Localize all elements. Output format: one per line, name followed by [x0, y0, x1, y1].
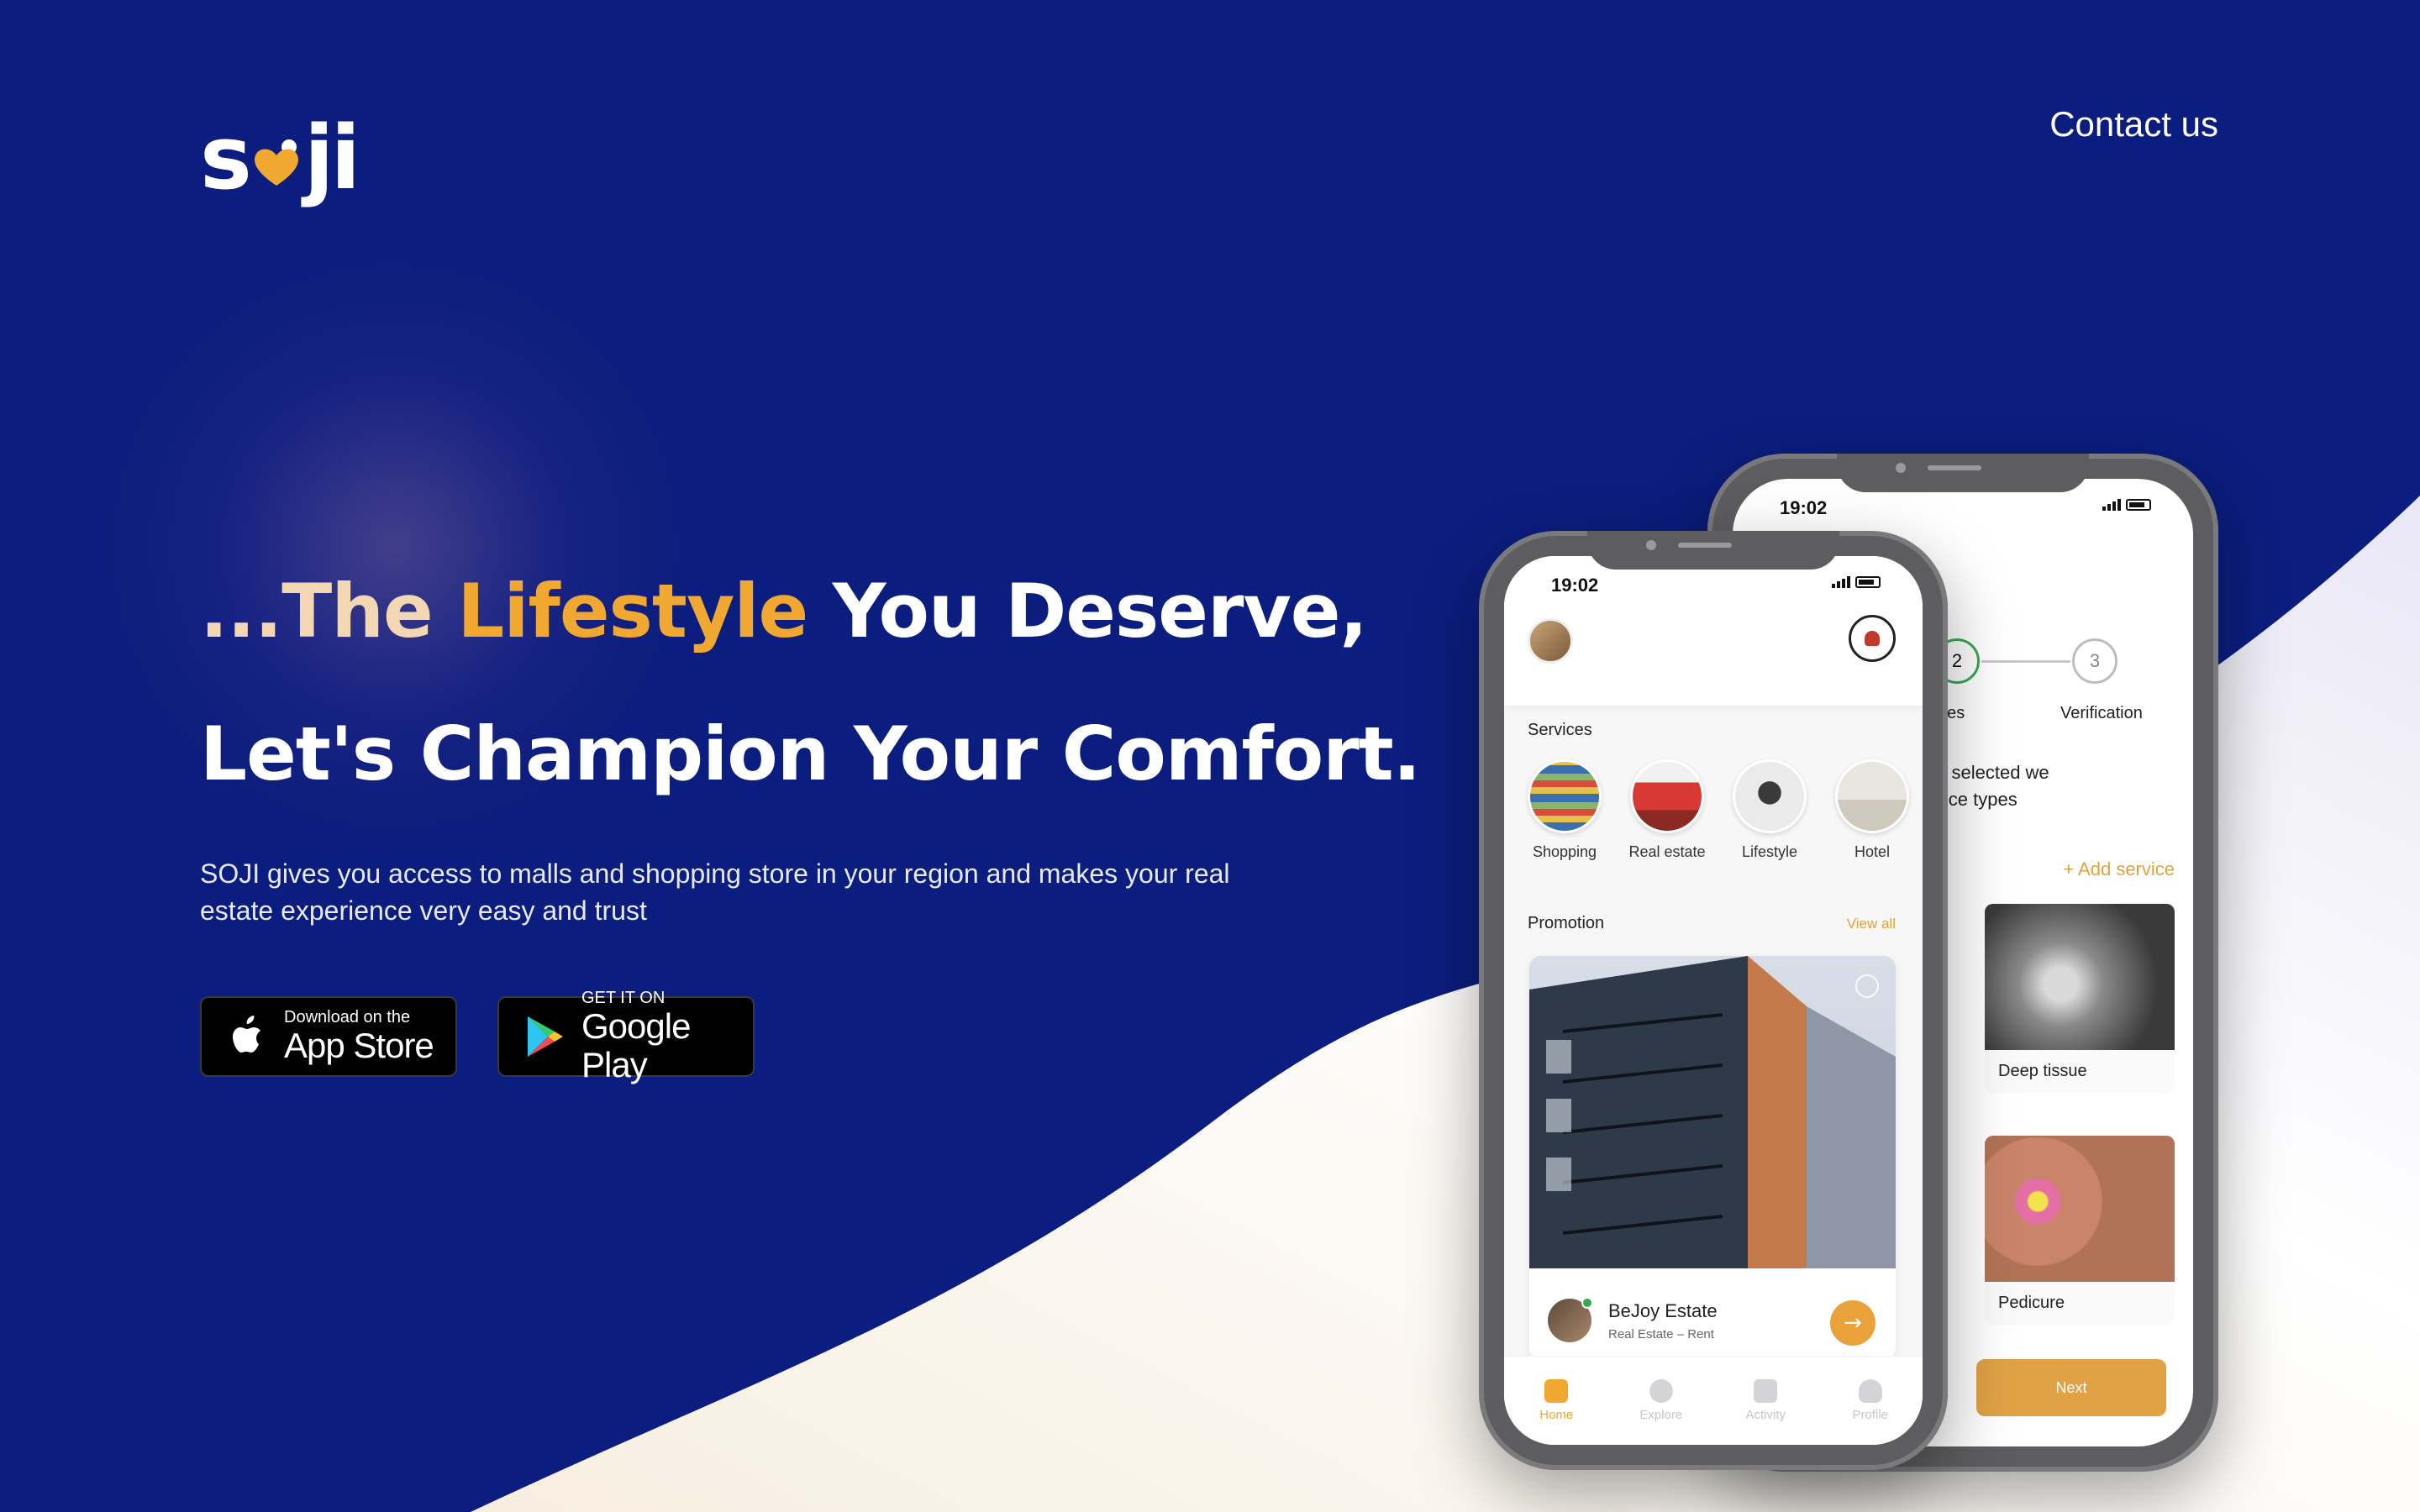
tab-label: Activity [1745, 1408, 1786, 1422]
tab-label: Home [1539, 1408, 1574, 1422]
battery-icon [1855, 576, 1881, 588]
pedicure-image [1985, 1136, 2175, 1282]
heart-icon [254, 139, 298, 186]
service-card-label: Pedicure [1998, 1294, 2065, 1312]
tab-label: Explore [1639, 1408, 1683, 1422]
status-time: 19:02 [1551, 575, 1599, 596]
promotion-card[interactable]: BeJoy Estate Real Estate – Rent → [1529, 956, 1896, 1359]
battery-icon [2126, 499, 2151, 511]
status-time: 19:02 [1780, 497, 1828, 518]
bottom-tab-bar: Home Explore Activity Profile [1504, 1356, 1923, 1445]
activity-icon [1754, 1379, 1778, 1403]
app-store-big-text: App Store [284, 1026, 434, 1065]
google-play-badge[interactable]: GET IT ON Google Play [497, 989, 755, 1084]
online-dot [1581, 1297, 1593, 1309]
service-hotel[interactable]: Hotel [1835, 759, 1909, 861]
service-label: Shopping [1532, 843, 1597, 860]
phone-mockup-front: 19:02 Services Shopping Real estate Life… [1479, 531, 1948, 1470]
tab-home[interactable]: Home [1514, 1379, 1598, 1422]
service-lifestyle[interactable]: Lifestyle [1733, 759, 1807, 861]
tab-profile[interactable]: Profile [1828, 1379, 1912, 1422]
soji-logo[interactable]: s ji [200, 107, 360, 209]
service-label: Lifestyle [1741, 843, 1798, 860]
phone-notch [1587, 531, 1839, 570]
shopping-image [1528, 759, 1602, 833]
hero-headline-line2: Let's Champion Your Comfort. [200, 711, 1421, 797]
phone-notch [1837, 454, 2089, 492]
headline-accent: Lifestyle [457, 568, 808, 654]
hero-description: SOJI gives you access to malls and shopp… [200, 858, 1230, 926]
search-icon [1649, 1379, 1673, 1403]
headline-rest: You Deserve, [808, 568, 1368, 654]
service-label: Hotel [1854, 843, 1891, 860]
signal-icon [1832, 576, 1850, 588]
app-store-small-text: Download on the [284, 1008, 411, 1026]
tab-label: Profile [1852, 1408, 1889, 1422]
status-icons [2102, 499, 2151, 511]
profile-icon [1858, 1379, 1882, 1403]
apple-icon [233, 1016, 260, 1053]
real-estate-image [1630, 759, 1704, 833]
building-illustration [1529, 956, 1896, 1268]
hero-headline-line1: ...The Lifestyle You Deserve, [200, 568, 1368, 654]
google-play-big-text: Google Play [581, 1006, 691, 1084]
google-play-icon [528, 1016, 563, 1057]
step-3-circle: 3 [2072, 638, 2118, 684]
service-shopping[interactable]: Shopping [1528, 759, 1602, 861]
notification-bell-icon[interactable] [1849, 615, 1896, 662]
promotion-info: BeJoy Estate Real Estate – Rent → [1529, 1278, 1896, 1359]
service-real-estate[interactable]: Real estate [1628, 759, 1706, 861]
view-all-link[interactable]: View all [1847, 916, 1896, 932]
google-play-small-text: GET IT ON [581, 989, 666, 1007]
add-service-button[interactable]: + Add service [2063, 858, 2175, 880]
favorite-icon[interactable] [1855, 974, 1879, 998]
promo-avatar [1548, 1297, 1593, 1342]
promotion-image [1529, 956, 1896, 1268]
promotion-title: Promotion [1528, 914, 1605, 932]
logo-text-ji: ji [303, 107, 360, 209]
app-header: 19:02 [1504, 556, 1923, 706]
tab-explore[interactable]: Explore [1619, 1379, 1703, 1422]
lifestyle-image [1733, 759, 1807, 833]
front-phone-screen: 19:02 Services Shopping Real estate Life… [1504, 556, 1923, 1445]
status-icons [1832, 576, 1881, 588]
step-3-label: Verification [2060, 704, 2143, 722]
hotel-image [1835, 759, 1909, 833]
logo-text-s: s [200, 107, 252, 209]
home-icon [1544, 1379, 1569, 1403]
service-card-pedicure[interactable]: Pedicure [1985, 1136, 2175, 1325]
tab-activity[interactable]: Activity [1723, 1379, 1807, 1422]
home-body: Services Shopping Real estate Lifestyle … [1504, 690, 1923, 1445]
contact-us-link[interactable]: Contact us [2049, 104, 2218, 144]
arrow-right-icon[interactable]: → [1830, 1300, 1876, 1346]
promo-subtitle: Real Estate – Rent [1608, 1327, 1714, 1341]
app-store-badge[interactable]: Download on the App Store [200, 996, 457, 1077]
service-card-label: Deep tissue [1998, 1062, 2087, 1080]
step-line-pending [1981, 660, 2070, 663]
promo-name: BeJoy Estate [1608, 1300, 1718, 1321]
next-button[interactable]: Next [1976, 1359, 2166, 1416]
deep-tissue-image [1985, 904, 2175, 1050]
signal-icon [2102, 499, 2121, 511]
service-card-deep-tissue[interactable]: Deep tissue [1985, 904, 2175, 1093]
headline-lead: ...The [200, 568, 458, 654]
services-title: Services [1528, 721, 1592, 739]
service-label: Real estate [1628, 843, 1706, 860]
avatar[interactable] [1528, 618, 1573, 664]
